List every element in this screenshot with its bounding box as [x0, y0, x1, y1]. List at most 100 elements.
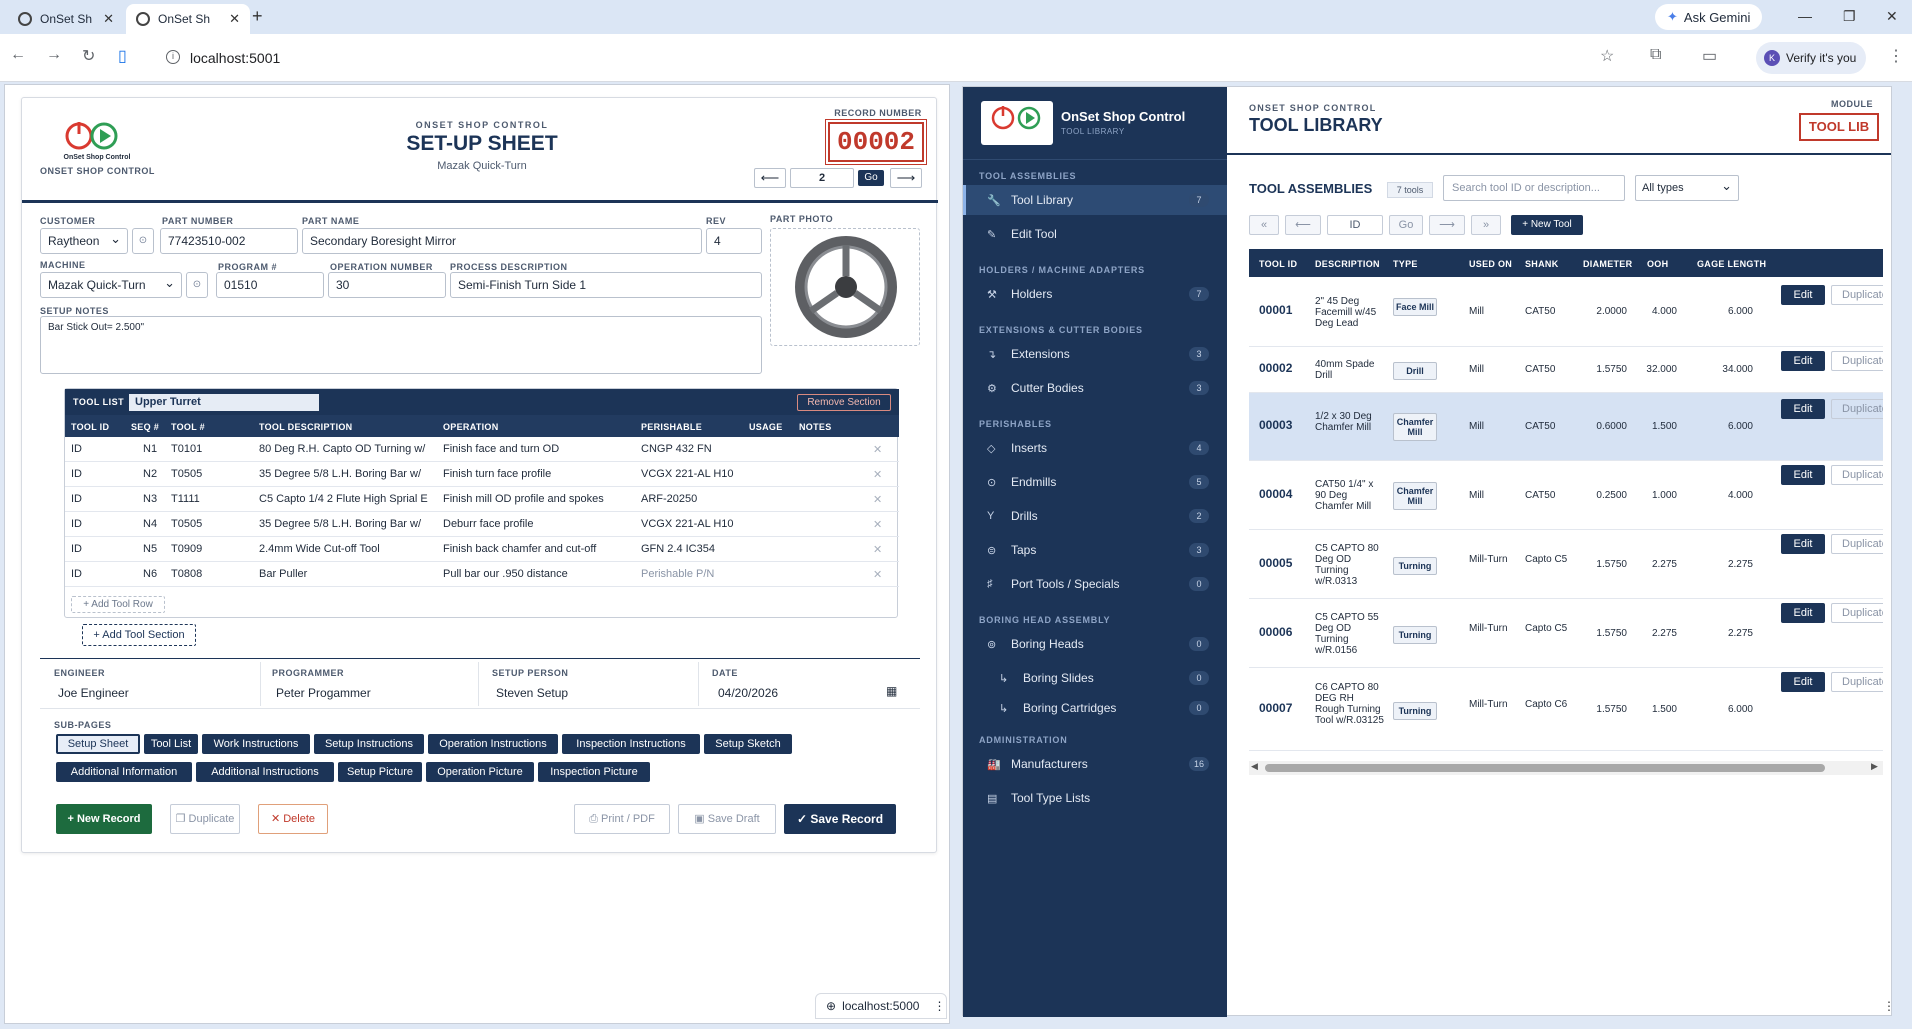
tool-seq-cell[interactable]: N4 — [143, 518, 173, 530]
panel-menu-icon[interactable]: ⋮ — [1883, 999, 1895, 1013]
last-page-button[interactable]: » — [1471, 215, 1501, 235]
site-info-icon[interactable]: i — [166, 50, 180, 64]
tool-tool-cell[interactable]: T1111 — [171, 493, 251, 505]
subpage-setup-sheet[interactable]: Setup Sheet — [56, 734, 140, 754]
tool-seq-cell[interactable]: N5 — [143, 543, 173, 555]
remove-row-icon[interactable]: ✕ — [873, 568, 882, 581]
tool-id-cell[interactable]: ID — [71, 493, 111, 505]
subpage-inspection-instructions[interactable]: Inspection Instructions — [562, 734, 700, 754]
save-record-button[interactable]: ✓ Save Record — [784, 804, 896, 834]
record-nav-input[interactable]: 2 — [790, 168, 854, 188]
tool-desc-cell[interactable]: 35 Degree 5/8 L.H. Boring Bar w/ — [259, 468, 429, 480]
save-draft-button[interactable]: ▣ Save Draft — [678, 804, 776, 834]
setup-notes-textarea[interactable]: Bar Stick Out= 2.500" — [40, 316, 762, 374]
new-tab-icon[interactable]: + — [252, 6, 263, 27]
add-tool-row-button[interactable]: + Add Tool Row — [71, 596, 165, 613]
forward-icon[interactable]: → — [46, 46, 62, 64]
machine-select[interactable]: Mazak Quick-Turn — [40, 272, 182, 298]
duplicate-tool-button[interactable]: Duplicate — [1831, 672, 1883, 692]
tool-seq-cell[interactable]: N2 — [143, 468, 173, 480]
part-number-field[interactable]: 77423510-002 — [160, 228, 298, 254]
machine-lookup-icon[interactable]: ⊙ — [186, 272, 208, 298]
tool-perish-cell[interactable]: VCGX 221-AL H10 — [641, 518, 745, 530]
tool-perish-cell[interactable]: GFN 2.4 IC354 — [641, 543, 745, 555]
tool-seq-cell[interactable]: N1 — [143, 443, 173, 455]
extensions-icon[interactable]: ⧉ — [1650, 46, 1661, 64]
close-tab-icon[interactable]: ✕ — [103, 11, 114, 27]
new-tool-button[interactable]: + New Tool — [1511, 215, 1583, 235]
sidebar-item-cutter-bodies[interactable]: ⚙ Cutter Bodies 3 — [963, 373, 1227, 403]
verify-profile-button[interactable]: K Verify it's you — [1756, 42, 1866, 74]
next-record-button[interactable]: ⟶ — [890, 168, 922, 188]
duplicate-button[interactable]: ❐ Duplicate — [170, 804, 240, 834]
edit-tool-button[interactable]: Edit — [1781, 351, 1825, 371]
remove-row-icon[interactable]: ✕ — [873, 493, 882, 506]
sidebar-item-manufacturers[interactable]: 🏭 Manufacturers 16 — [963, 749, 1227, 779]
tool-op-cell[interactable]: Finish mill OD profile and spokes — [443, 493, 637, 505]
duplicate-tool-button[interactable]: Duplicate — [1831, 465, 1883, 485]
edit-tool-button[interactable]: Edit — [1781, 285, 1825, 305]
tool-list-row[interactable]: ID N4 T0505 35 Degree 5/8 L.H. Boring Bar w… — [65, 512, 899, 537]
part-name-field[interactable]: Secondary Boresight Mirror — [302, 228, 702, 254]
tool-desc-cell[interactable]: Bar Puller — [259, 568, 429, 580]
tool-list-row[interactable]: ID N5 T0909 2.4mm Wide Cut-off Tool Finish b… — [65, 537, 899, 562]
sidebar-item-edit-tool[interactable]: ✎ Edit Tool — [963, 219, 1227, 249]
cast-icon[interactable]: ▭ — [1702, 46, 1717, 66]
rev-field[interactable]: 4 — [706, 228, 762, 254]
subpage-operation-picture[interactable]: Operation Picture — [426, 762, 534, 782]
section-name-input[interactable]: Upper Turret — [129, 394, 319, 411]
sidebar-item-inserts[interactable]: ◇ Inserts 4 — [963, 433, 1227, 463]
subpage-additional-information[interactable]: Additional Information — [56, 762, 192, 782]
remove-row-icon[interactable]: ✕ — [873, 468, 882, 481]
customer-lookup-icon[interactable]: ⊙ — [132, 228, 154, 254]
remove-row-icon[interactable]: ✕ — [873, 518, 882, 531]
part-photo-dropzone[interactable] — [770, 228, 920, 346]
browser-tab-active[interactable]: OnSet Sh ✕ — [126, 4, 250, 34]
restore-icon[interactable]: ❐ — [1843, 8, 1856, 25]
type-filter-select[interactable]: All types — [1635, 175, 1739, 201]
subpage-setup-instructions[interactable]: Setup Instructions — [314, 734, 424, 754]
tool-perish-cell[interactable]: CNGP 432 FN — [641, 443, 745, 455]
scroll-left-icon[interactable]: ◀ — [1251, 761, 1258, 772]
sidebar-item-boring-cartridges[interactable]: ↳ Boring Cartridges 0 — [963, 693, 1227, 723]
tool-op-cell[interactable]: Finish face and turn OD — [443, 443, 637, 455]
tool-perish-cell[interactable]: Perishable P/N — [641, 568, 745, 580]
scrollbar-thumb[interactable] — [1265, 764, 1825, 772]
tool-op-cell[interactable]: Finish back chamfer and cut-off — [443, 543, 637, 555]
operation-number-field[interactable]: 30 — [328, 272, 446, 298]
duplicate-tool-button[interactable]: Duplicate — [1831, 399, 1883, 419]
go-button[interactable]: Go — [1389, 215, 1423, 235]
reload-icon[interactable]: ↻ — [82, 46, 95, 66]
address-bar[interactable]: i localhost:5001 — [156, 42, 1656, 74]
calendar-icon[interactable]: ▦ — [886, 684, 897, 698]
remove-row-icon[interactable]: ✕ — [873, 443, 882, 456]
sidebar-item-endmills[interactable]: ⊙ Endmills 5 — [963, 467, 1227, 497]
tool-seq-cell[interactable]: N6 — [143, 568, 173, 580]
tab-search-icon[interactable]: ▯ — [118, 46, 127, 66]
programmer-field[interactable]: Peter Progammer — [276, 686, 371, 700]
duplicate-tool-button[interactable]: Duplicate — [1831, 351, 1883, 371]
tool-id-cell[interactable]: ID — [71, 518, 111, 530]
go-button[interactable]: Go — [858, 170, 884, 186]
setup-person-field[interactable]: Steven Setup — [496, 686, 568, 700]
tool-desc-cell[interactable]: 80 Deg R.H. Capto OD Turning w/ — [259, 443, 429, 455]
tool-table-row[interactable]: 00006 C5 CAPTO 55 Deg OD Turning w/R.0156… — [1249, 599, 1883, 668]
tool-id-jump-input[interactable]: ID — [1327, 215, 1383, 235]
add-tool-section-button[interactable]: + Add Tool Section — [82, 624, 196, 646]
sidebar-item-holders[interactable]: ⚒ Holders 7 — [963, 279, 1227, 309]
subpage-setup-sketch[interactable]: Setup Sketch — [704, 734, 792, 754]
tool-list-row[interactable]: ID N1 T0101 80 Deg R.H. Capto OD Turning w/… — [65, 437, 899, 462]
tool-table-row[interactable]: 00007 C6 CAPTO 80 DEG RH Rough Turning To… — [1249, 668, 1883, 751]
browser-tab[interactable]: OnSet Sh ✕ — [8, 4, 124, 34]
edit-tool-button[interactable]: Edit — [1781, 465, 1825, 485]
tool-desc-cell[interactable]: C5 Capto 1/4 2 Flute High Sprial E — [259, 493, 429, 505]
subpage-inspection-picture[interactable]: Inspection Picture — [538, 762, 650, 782]
subpage-operation-instructions[interactable]: Operation Instructions — [428, 734, 558, 754]
tool-table-row[interactable]: 00005 C5 CAPTO 80 Deg OD Turning w/R.0313… — [1249, 530, 1883, 599]
close-window-icon[interactable]: ✕ — [1886, 8, 1898, 25]
sidebar-item-boring-heads[interactable]: ⊚ Boring Heads 0 — [963, 629, 1227, 659]
tool-list-row[interactable]: ID N3 T1111 C5 Capto 1/4 2 Flute High Spria… — [65, 487, 899, 512]
tool-table-row[interactable]: 00003 1/2 x 30 Deg Chamfer Mill Chamfer Mi… — [1249, 393, 1883, 461]
sidebar-item-extensions[interactable]: ↴ Extensions 3 — [963, 339, 1227, 369]
prev-record-button[interactable]: ⟵ — [754, 168, 786, 188]
